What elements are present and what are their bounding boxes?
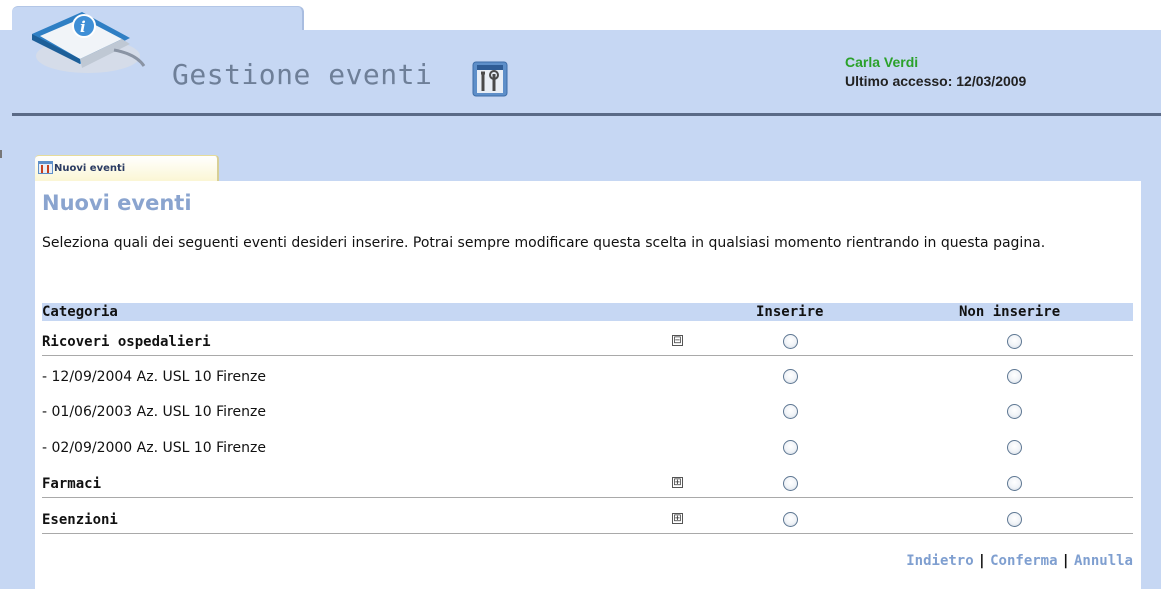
book-logo-icon: i bbox=[32, 12, 146, 73]
not-insert-radio[interactable] bbox=[1007, 404, 1022, 419]
event-row: - 02/09/2000 Az. USL 10 Firenze bbox=[42, 434, 1133, 462]
page-title: Nuovi eventi bbox=[42, 191, 192, 215]
category-row: Esenzioni ⊞ bbox=[42, 506, 1133, 534]
row-label: - 02/09/2000 Az. USL 10 Firenze bbox=[42, 440, 266, 456]
tools-icon bbox=[472, 61, 508, 97]
insert-radio[interactable] bbox=[783, 476, 798, 491]
not-insert-radio[interactable] bbox=[1007, 440, 1022, 455]
row-label: Farmaci bbox=[42, 476, 102, 492]
last-access: Ultimo accesso: 12/03/2009 bbox=[845, 73, 1026, 89]
intro-text: Seleziona quali dei seguenti eventi desi… bbox=[42, 235, 1046, 251]
row-label: Ricoveri ospedalieri bbox=[42, 334, 211, 350]
cancel-link[interactable]: Annulla bbox=[1074, 553, 1133, 569]
row-label: Esenzioni bbox=[42, 512, 118, 528]
insert-radio[interactable] bbox=[783, 512, 798, 527]
not-insert-radio[interactable] bbox=[1007, 512, 1022, 527]
separator: | bbox=[1061, 553, 1070, 569]
category-row: Farmaci ⊞ bbox=[42, 470, 1133, 498]
back-link[interactable]: Indietro bbox=[906, 553, 973, 569]
user-name: Carla Verdi bbox=[845, 54, 919, 70]
main-panel: Nuovi eventi Seleziona quali dei seguent… bbox=[35, 181, 1141, 589]
header-insert: Inserire bbox=[756, 304, 824, 320]
not-insert-radio[interactable] bbox=[1007, 369, 1022, 384]
left-edge-marker bbox=[0, 150, 2, 158]
footer-links: Indietro | Conferma | Annulla bbox=[906, 553, 1133, 569]
table-header: Categoria Inserire Non inserire bbox=[42, 303, 1133, 321]
separator: | bbox=[977, 553, 987, 569]
insert-radio[interactable] bbox=[783, 369, 798, 384]
insert-radio[interactable] bbox=[783, 334, 798, 349]
expand-icon[interactable]: ⊞ bbox=[672, 513, 683, 524]
category-row: Ricoveri ospedalieri ⊟ bbox=[42, 328, 1133, 356]
not-insert-radio[interactable] bbox=[1007, 476, 1022, 491]
row-label: - 01/06/2003 Az. USL 10 Firenze bbox=[42, 404, 266, 420]
expand-icon[interactable]: ⊞ bbox=[672, 477, 683, 488]
row-label: - 12/09/2004 Az. USL 10 Firenze bbox=[42, 369, 266, 385]
header-not-insert: Non inserire bbox=[959, 304, 1061, 320]
header-category: Categoria bbox=[42, 304, 118, 320]
insert-radio[interactable] bbox=[783, 404, 798, 419]
last-access-label: Ultimo accesso: bbox=[845, 73, 953, 89]
event-row: - 01/06/2003 Az. USL 10 Firenze bbox=[42, 398, 1133, 426]
insert-radio[interactable] bbox=[783, 440, 798, 455]
tab-tools-icon bbox=[38, 161, 53, 174]
last-access-date: 12/03/2009 bbox=[956, 73, 1027, 89]
not-insert-radio[interactable] bbox=[1007, 334, 1022, 349]
app-title: Gestione eventi bbox=[172, 58, 433, 91]
tab-label: Nuovi eventi bbox=[54, 163, 126, 174]
collapse-icon[interactable]: ⊟ bbox=[672, 335, 683, 346]
tab-nuovi-eventi[interactable]: Nuovi eventi bbox=[35, 155, 219, 181]
svg-text:i: i bbox=[80, 18, 86, 36]
confirm-link[interactable]: Conferma bbox=[990, 553, 1057, 569]
event-row: - 12/09/2004 Az. USL 10 Firenze bbox=[42, 363, 1133, 391]
